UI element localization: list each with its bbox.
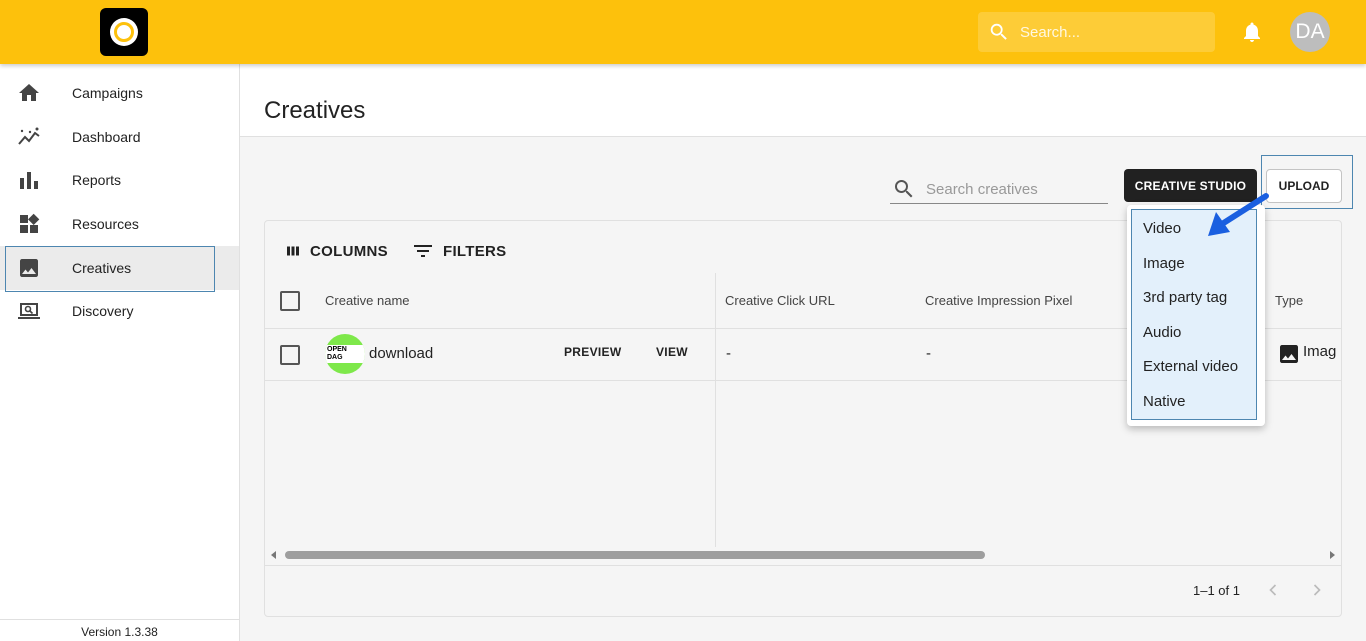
select-all-checkbox[interactable] [280,291,300,311]
sidebar-item-label: Dashboard [72,129,141,145]
horizontal-scrollbar[interactable] [269,547,1337,561]
bar-chart-icon [20,172,38,189]
sidebar-item-label: Reports [72,172,122,188]
logo-ring-icon [110,18,138,46]
columns-icon [287,246,299,256]
menu-item-video[interactable]: Video [1143,220,1181,237]
upload-button[interactable]: UPLOAD [1266,169,1342,203]
menu-item-audio[interactable]: Audio [1143,324,1181,341]
page-title: Creatives [264,97,366,124]
impression-pixel-cell: - [926,345,931,362]
sidebar-item-reports[interactable]: Reports [0,158,239,202]
filter-icon [414,245,432,257]
click-url-cell: - [726,345,731,362]
column-header-type[interactable]: Type [1275,293,1303,308]
menu-item-image[interactable]: Image [1143,255,1185,272]
columns-button[interactable]: COLUMNS [284,241,388,261]
row-select-checkbox[interactable] [280,345,300,365]
home-icon [19,84,39,101]
scroll-right-icon[interactable] [1330,551,1335,559]
previous-page-icon[interactable] [1263,580,1283,600]
scrollbar-thumb[interactable] [285,551,985,559]
sidebar-item-campaigns[interactable]: Campaigns [0,71,239,115]
menu-item-3rd-party-tag[interactable]: 3rd party tag [1143,289,1227,306]
search-icon [895,180,913,198]
sidebar-item-discovery[interactable]: Discovery [0,289,239,333]
filters-label: FILTERS [443,242,507,260]
thumbnail-text: OPEN DAG [325,345,365,363]
columns-label: COLUMNS [310,242,388,260]
image-type-icon [1280,345,1298,363]
column-header-creative-name[interactable]: Creative name [325,293,410,308]
top-app-bar: DA [0,0,1366,64]
app-version: Version 1.3.38 [0,619,239,641]
pagination-info: 1–1 of 1 [1193,583,1240,598]
type-cell: Imag [1303,343,1337,360]
column-divider [715,273,716,547]
global-search-input[interactable] [1020,12,1205,52]
creative-name-cell: download [369,345,434,362]
sidebar-item-label: Creatives [72,260,132,276]
laptop-search-icon [18,303,40,319]
search-icon [990,23,1007,40]
sidebar-item-label: Campaigns [72,85,143,101]
menu-item-external-video[interactable]: External video [1143,358,1238,375]
creative-thumbnail: OPEN DAG [325,334,365,374]
divider [265,565,1341,566]
menu-item-native[interactable]: Native [1143,393,1186,410]
sidebar-item-resources[interactable]: Resources [0,202,239,246]
page-header: Creatives [240,64,1366,137]
scroll-left-icon[interactable] [271,551,276,559]
next-page-icon[interactable] [1307,580,1327,600]
creatives-search-input[interactable] [926,176,1106,202]
creatives-search[interactable] [890,174,1108,204]
sidebar: Campaigns Dashboard Reports Resources Cr… [0,64,240,641]
column-header-impression-pixel[interactable]: Creative Impression Pixel [925,293,1072,308]
sidebar-item-dashboard[interactable]: Dashboard [0,115,239,159]
user-avatar[interactable]: DA [1290,12,1330,52]
sidebar-item-label: Discovery [72,303,134,319]
trend-icon [18,127,40,145]
view-button[interactable]: VIEW [656,345,688,359]
sidebar-item-creatives[interactable]: Creatives [0,246,239,292]
filters-button[interactable]: FILTERS [411,241,506,261]
sidebar-item-label: Resources [72,216,139,232]
annotation-arrow-icon [1208,193,1269,236]
widgets-icon [20,213,40,233]
app-logo[interactable] [100,8,148,56]
image-icon [20,259,38,277]
global-search[interactable] [978,12,1215,52]
notifications-bell-icon[interactable] [1240,20,1264,44]
column-header-click-url[interactable]: Creative Click URL [725,293,835,308]
preview-button[interactable]: PREVIEW [564,345,621,359]
